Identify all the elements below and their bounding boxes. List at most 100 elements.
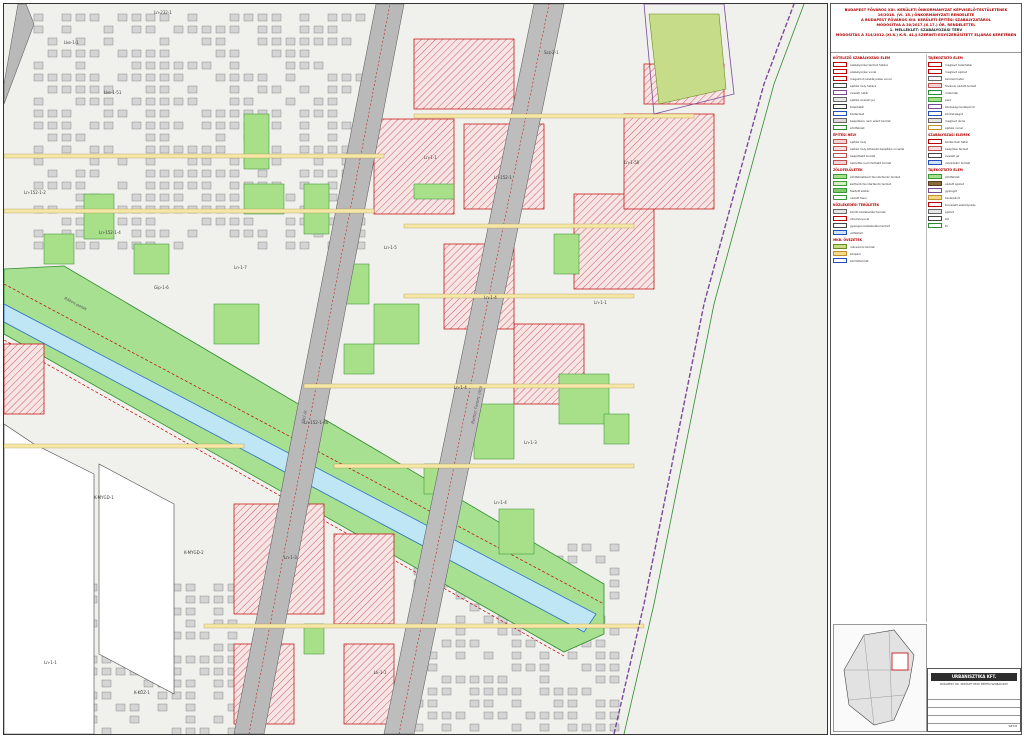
green-area <box>553 233 580 275</box>
building <box>427 699 438 708</box>
building <box>215 217 226 226</box>
building <box>101 691 112 700</box>
legend-item-label: gyalogos közlekedési terület <box>850 223 890 228</box>
legend-item: szabályozási vonal <box>831 68 926 75</box>
building <box>299 49 310 58</box>
building <box>89 145 100 154</box>
building <box>89 13 100 22</box>
building <box>131 217 142 226</box>
legend-item: beépítésre nem szánt terület <box>831 117 926 124</box>
building <box>173 193 184 202</box>
building <box>299 145 310 154</box>
legend-item: építési hely határa <box>831 82 926 89</box>
building <box>33 73 44 82</box>
building <box>33 145 44 154</box>
building <box>227 631 238 640</box>
zoning-map[interactable]: Ln-232-1 Lke-1-1 Ssz-2-1 Lke-1-51 Ln-1-1… <box>3 3 828 735</box>
building <box>285 193 296 202</box>
svg-text:Ln-1-1: Ln-1-1 <box>594 300 607 305</box>
building <box>469 603 480 612</box>
building <box>75 97 86 106</box>
building <box>567 711 578 720</box>
building <box>215 133 226 142</box>
building <box>215 25 226 34</box>
legend-item-label: építési vonal <box>945 125 963 130</box>
building <box>103 145 114 154</box>
building <box>313 109 324 118</box>
building <box>145 181 156 190</box>
building <box>213 595 224 604</box>
building <box>553 699 564 708</box>
building <box>271 109 282 118</box>
map-canvas: Ln-232-1 Lke-1-1 Ssz-2-1 Lke-1-51 Ln-1-1… <box>4 4 827 734</box>
street <box>203 623 645 629</box>
building <box>47 133 58 142</box>
green-area <box>303 623 325 655</box>
building <box>159 145 170 154</box>
building <box>455 711 466 720</box>
building <box>243 217 254 226</box>
building <box>299 13 310 22</box>
company-name: URBANISZTIKA KFT. <box>931 673 1017 681</box>
building <box>229 85 240 94</box>
building <box>61 85 72 94</box>
legend-item-label: szabályozási terület határa <box>850 62 888 67</box>
building <box>33 157 44 166</box>
building <box>75 229 86 238</box>
building <box>89 49 100 58</box>
building <box>89 97 100 106</box>
building <box>89 85 100 94</box>
building <box>103 121 114 130</box>
legend-swatch <box>928 97 942 102</box>
legend-item: meglévő épület <box>926 68 1021 75</box>
building <box>199 631 210 640</box>
building <box>159 73 170 82</box>
building <box>229 193 240 202</box>
building <box>327 193 338 202</box>
legend-swatch <box>928 223 942 228</box>
legend-swatch <box>928 104 942 109</box>
building <box>187 61 198 70</box>
building <box>497 711 508 720</box>
legend-item: beépítési terület <box>926 145 1021 152</box>
building <box>187 145 198 154</box>
svg-text:Ln-1-4: Ln-1-4 <box>484 295 497 300</box>
legend-item: megszűnő szabályozási vonal <box>831 75 926 82</box>
building <box>185 595 196 604</box>
building <box>215 109 226 118</box>
building <box>47 85 58 94</box>
street <box>403 223 635 229</box>
legend-item-label: épülettel nem fedhető terület <box>850 160 892 165</box>
building <box>327 133 338 142</box>
legend-section-heading: SZABÁLYOZÁSI ELEMEK <box>928 133 970 137</box>
building <box>609 627 620 636</box>
building <box>199 655 210 664</box>
building <box>271 25 282 34</box>
building <box>243 73 254 82</box>
building <box>47 37 58 46</box>
building <box>441 675 452 684</box>
legend-item: közműterület <box>831 257 926 264</box>
building <box>75 73 86 82</box>
building <box>229 61 240 70</box>
building <box>47 121 58 130</box>
building <box>229 25 240 34</box>
building <box>229 217 240 226</box>
building <box>609 675 620 684</box>
building <box>201 121 212 130</box>
building <box>483 711 494 720</box>
building <box>173 25 184 34</box>
building <box>187 157 198 166</box>
map-legend: BUDAPEST FŐVÁROS XIII. KERÜLETI ÖNKORMÁN… <box>830 3 1022 735</box>
building <box>131 73 142 82</box>
legend-title-6: MÓDOSÍTÁS A 314/2012.(XI.8.) K.R. 41.§ S… <box>835 33 1017 37</box>
building <box>185 583 196 592</box>
street <box>4 153 385 159</box>
legend-item-label: közterület <box>850 111 865 116</box>
legend-item-label: meglévő telekhatár <box>945 62 973 67</box>
building <box>215 49 226 58</box>
legend-item: közműalagút <box>926 110 1021 117</box>
building <box>117 181 128 190</box>
legend-section-heading: TÁJÉKOZTATÓ ELEM <box>928 168 963 172</box>
building <box>229 169 240 178</box>
